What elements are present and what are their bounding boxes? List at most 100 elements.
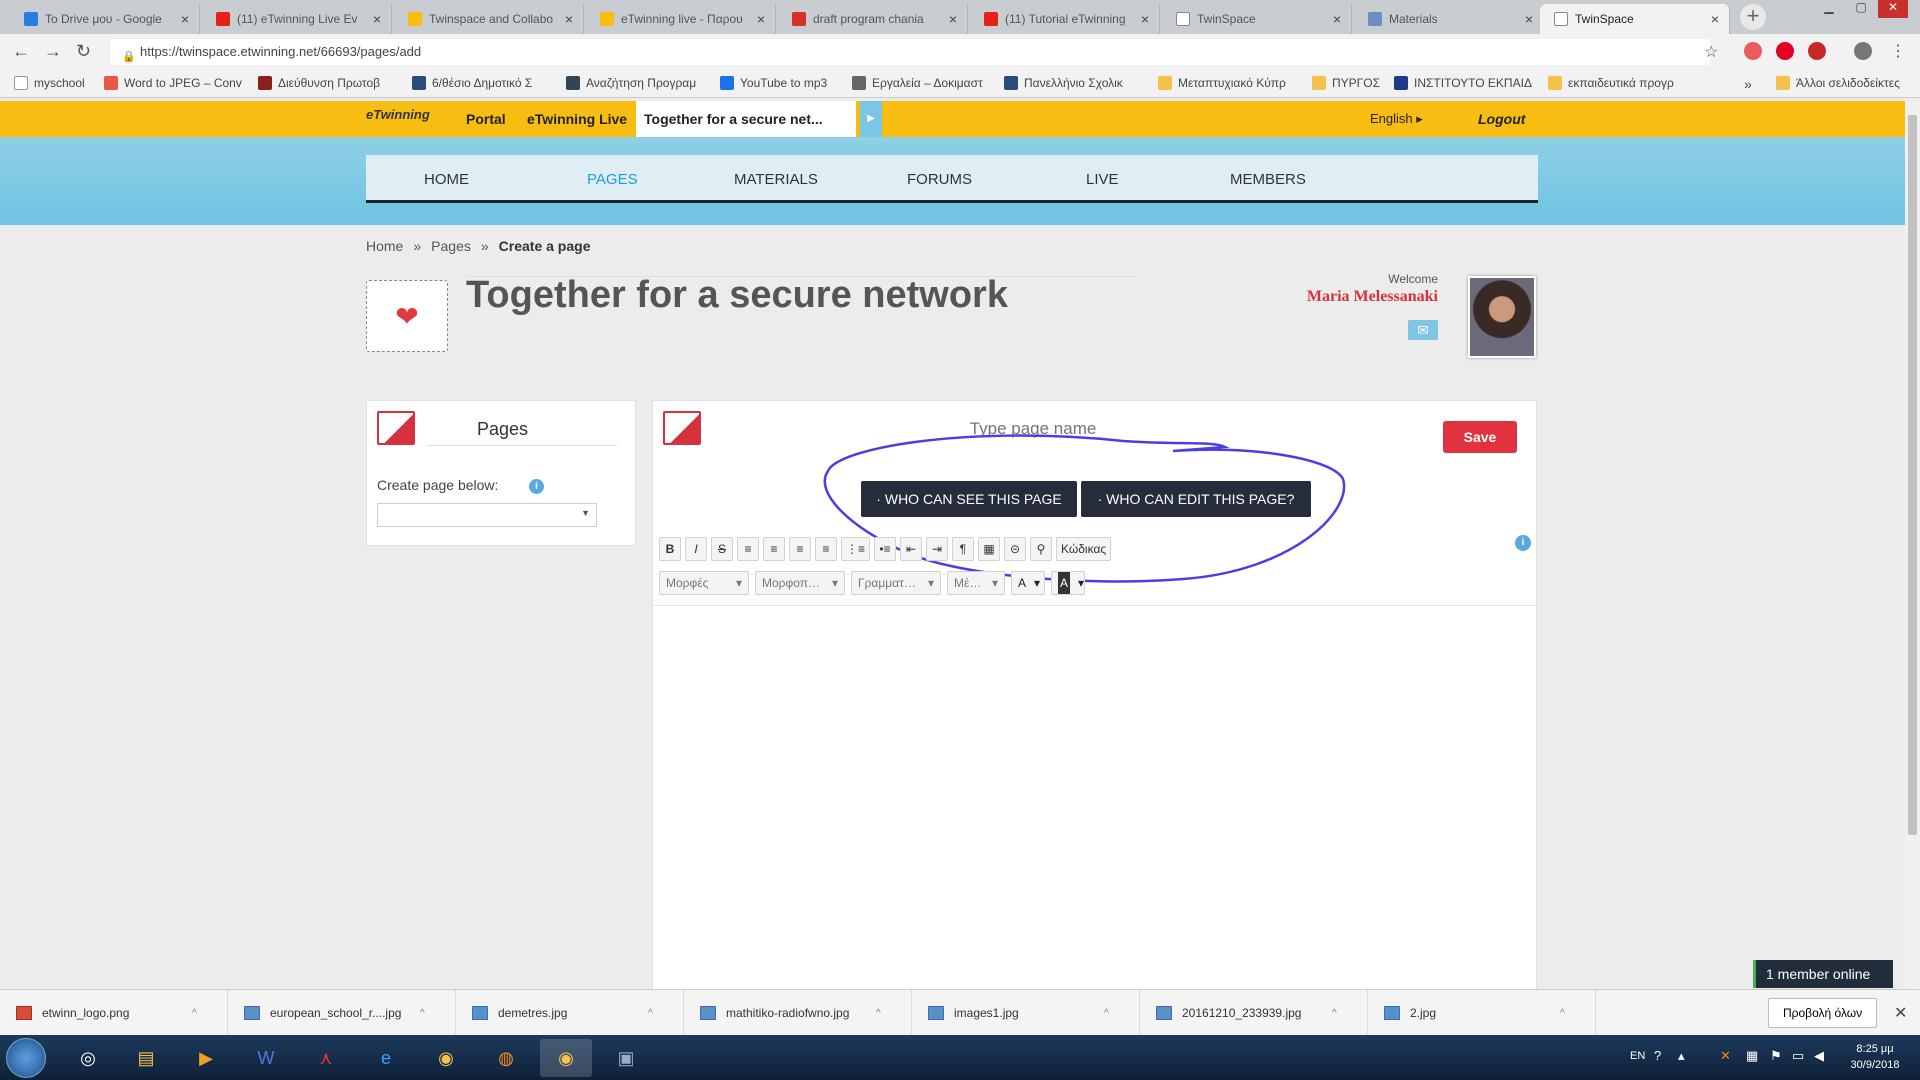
tray-app-icon[interactable]: ✕ <box>1720 1048 1731 1064</box>
menu-materials[interactable]: MATERIALS <box>734 171 818 188</box>
align-left-icon[interactable]: ≡ <box>737 537 759 561</box>
browser-tab[interactable]: eTwinning live - Παρου × <box>586 4 776 34</box>
info-icon[interactable]: i <box>529 479 544 494</box>
browser-tab[interactable]: (11) Tutorial eTwinning × <box>970 4 1160 34</box>
triangle-right-icon[interactable]: ▶ <box>860 101 882 137</box>
app-icon[interactable]: ◎ <box>62 1039 114 1077</box>
project-tab[interactable]: Together for a secure net... <box>636 101 856 137</box>
text-color-button[interactable]: A ▾ <box>1011 571 1045 595</box>
download-item[interactable]: demetres.jpg ^ <box>456 990 684 1036</box>
bookmark[interactable]: εκπαιδευτικά προγρ <box>1548 76 1674 90</box>
bookmark[interactable]: myschool <box>14 76 85 90</box>
close-icon[interactable]: × <box>565 11 573 27</box>
paragraph-icon[interactable]: ¶ <box>952 537 975 561</box>
windows-start-icon[interactable] <box>6 1038 46 1078</box>
bookmark[interactable]: Μεταπτυχιακό Κύπρ <box>1158 76 1286 90</box>
menu-forums[interactable]: FORUMS <box>907 171 972 188</box>
background-color-button[interactable]: A ▾ <box>1051 571 1085 595</box>
close-icon[interactable]: × <box>1525 11 1533 27</box>
attachment-icon[interactable]: ⚲ <box>1030 537 1053 561</box>
bookmark[interactable]: Αναζήτηση Προγραμ <box>566 76 696 90</box>
editor-content-area[interactable] <box>653 607 1538 987</box>
profile-icon[interactable] <box>1854 42 1872 60</box>
pinterest-icon[interactable] <box>1776 42 1794 60</box>
browser-tab[interactable]: TwinSpace × <box>1162 4 1352 34</box>
reload-icon[interactable]: ↻ <box>76 41 91 62</box>
acrobat-icon[interactable]: ⋏ <box>300 1039 352 1077</box>
word-icon[interactable]: W <box>240 1039 292 1077</box>
font-dropdown[interactable]: Γραμματ… ▾ <box>851 571 941 595</box>
download-item[interactable]: etwinn_logo.png ^ <box>0 990 228 1036</box>
minimize-icon[interactable]: ▁ <box>1814 0 1844 18</box>
more-bookmarks-icon[interactable]: » <box>1744 76 1752 92</box>
back-icon[interactable]: ← <box>12 41 30 62</box>
close-icon[interactable]: × <box>373 11 381 27</box>
file-explorer-icon[interactable]: ▤ <box>120 1039 172 1077</box>
parent-page-select[interactable]: ▼ <box>377 503 597 527</box>
app-icon[interactable]: ▣ <box>600 1039 652 1077</box>
url-field[interactable]: 🔒 https://twinspace.etwinning.net/66693/… <box>110 39 1710 65</box>
etwinning-live-link[interactable]: eTwinning Live <box>527 111 627 127</box>
chevron-up-icon[interactable]: ^ <box>1104 1008 1109 1019</box>
volume-icon[interactable]: ◀ <box>1814 1048 1824 1064</box>
italic-button[interactable]: I <box>685 537 707 561</box>
who-can-see-button[interactable]: · WHO CAN SEE THIS PAGE <box>861 481 1077 517</box>
member-online-badge[interactable]: 1 member online <box>1753 960 1893 988</box>
logout-link[interactable]: Logout <box>1478 111 1525 127</box>
bookmark[interactable]: Εργαλεία – Δοκιμαστ <box>852 76 983 90</box>
styles-dropdown[interactable]: Μορφές ▾ <box>659 571 749 595</box>
maximize-icon[interactable]: ▢ <box>1846 0 1876 18</box>
bookmark[interactable]: ΠΥΡΓΟΣ <box>1312 76 1380 90</box>
extension-icon[interactable] <box>1808 42 1826 60</box>
bookmark[interactable]: Διεύθυνση Πρωτοβ <box>258 76 380 90</box>
browser-tab[interactable]: Twinspace and Collabo × <box>394 4 584 34</box>
bookmark[interactable]: YouTube to mp3 <box>720 76 827 90</box>
language-selector[interactable]: English ▸ <box>1370 111 1423 127</box>
chevron-up-icon[interactable]: ^ <box>876 1008 881 1019</box>
chrome-icon[interactable]: ◉ <box>420 1039 472 1077</box>
forward-icon[interactable]: → <box>44 41 62 62</box>
media-player-icon[interactable]: ▶ <box>180 1039 232 1077</box>
info-icon[interactable]: i <box>1515 535 1531 551</box>
bookmark[interactable]: Άλλοι σελιδοδείκτες <box>1776 76 1900 90</box>
size-dropdown[interactable]: Μέ… ▾ <box>947 571 1005 595</box>
close-icon[interactable]: × <box>1141 11 1149 27</box>
format-dropdown[interactable]: Μορφοπ… ▾ <box>755 571 845 595</box>
scrollbar-thumb[interactable] <box>1908 115 1917 835</box>
tray-up-icon[interactable]: ▴ <box>1678 1048 1685 1064</box>
download-item[interactable]: european_school_r....jpg ^ <box>228 990 456 1036</box>
network-icon[interactable]: ▦ <box>1746 1048 1758 1064</box>
scrollbar[interactable] <box>1905 101 1920 989</box>
download-item[interactable]: images1.jpg ^ <box>912 990 1140 1036</box>
internet-explorer-icon[interactable]: e <box>360 1039 412 1077</box>
save-button[interactable]: Save <box>1443 421 1517 453</box>
align-center-icon[interactable]: ≡ <box>763 537 785 561</box>
align-justify-icon[interactable]: ≡ <box>815 537 837 561</box>
menu-pages[interactable]: PAGES <box>587 171 638 188</box>
close-icon[interactable]: ✕ <box>1894 1003 1907 1023</box>
table-icon[interactable]: ▦ <box>978 537 1001 561</box>
numbered-list-icon[interactable]: ⋮≡ <box>841 537 871 561</box>
menu-members[interactable]: MEMBERS <box>1230 171 1306 188</box>
breadcrumb-home[interactable]: Home <box>366 238 403 254</box>
page-name-input[interactable] <box>823 419 1243 439</box>
download-item[interactable]: 20161210_233939.jpg ^ <box>1140 990 1368 1036</box>
link-icon[interactable]: ⊝ <box>1004 537 1027 561</box>
mail-icon[interactable]: ✉ <box>1408 320 1438 340</box>
browser-tab[interactable]: To Drive μου - Google × <box>10 4 200 34</box>
chevron-up-icon[interactable]: ^ <box>192 1008 197 1019</box>
browser-tab[interactable]: (11) eTwinning Live Ev × <box>202 4 392 34</box>
breadcrumb-pages[interactable]: Pages <box>431 238 471 254</box>
strike-button[interactable]: S <box>711 537 733 561</box>
firefox-icon[interactable]: ◍ <box>480 1039 532 1077</box>
bold-button[interactable]: B <box>659 537 681 561</box>
etwinning-logo[interactable]: eTwinning <box>366 107 430 122</box>
align-right-icon[interactable]: ≡ <box>789 537 811 561</box>
who-can-edit-button[interactable]: · WHO CAN EDIT THIS PAGE? <box>1081 481 1311 517</box>
bookmark[interactable]: Word to JPEG – Conv <box>104 76 242 90</box>
portal-link[interactable]: Portal <box>466 111 506 127</box>
new-tab-button[interactable]: + <box>1740 4 1766 30</box>
menu-live[interactable]: LIVE <box>1086 171 1119 188</box>
browser-tab[interactable]: draft program chania × <box>778 4 968 34</box>
menu-home[interactable]: HOME <box>424 171 469 188</box>
